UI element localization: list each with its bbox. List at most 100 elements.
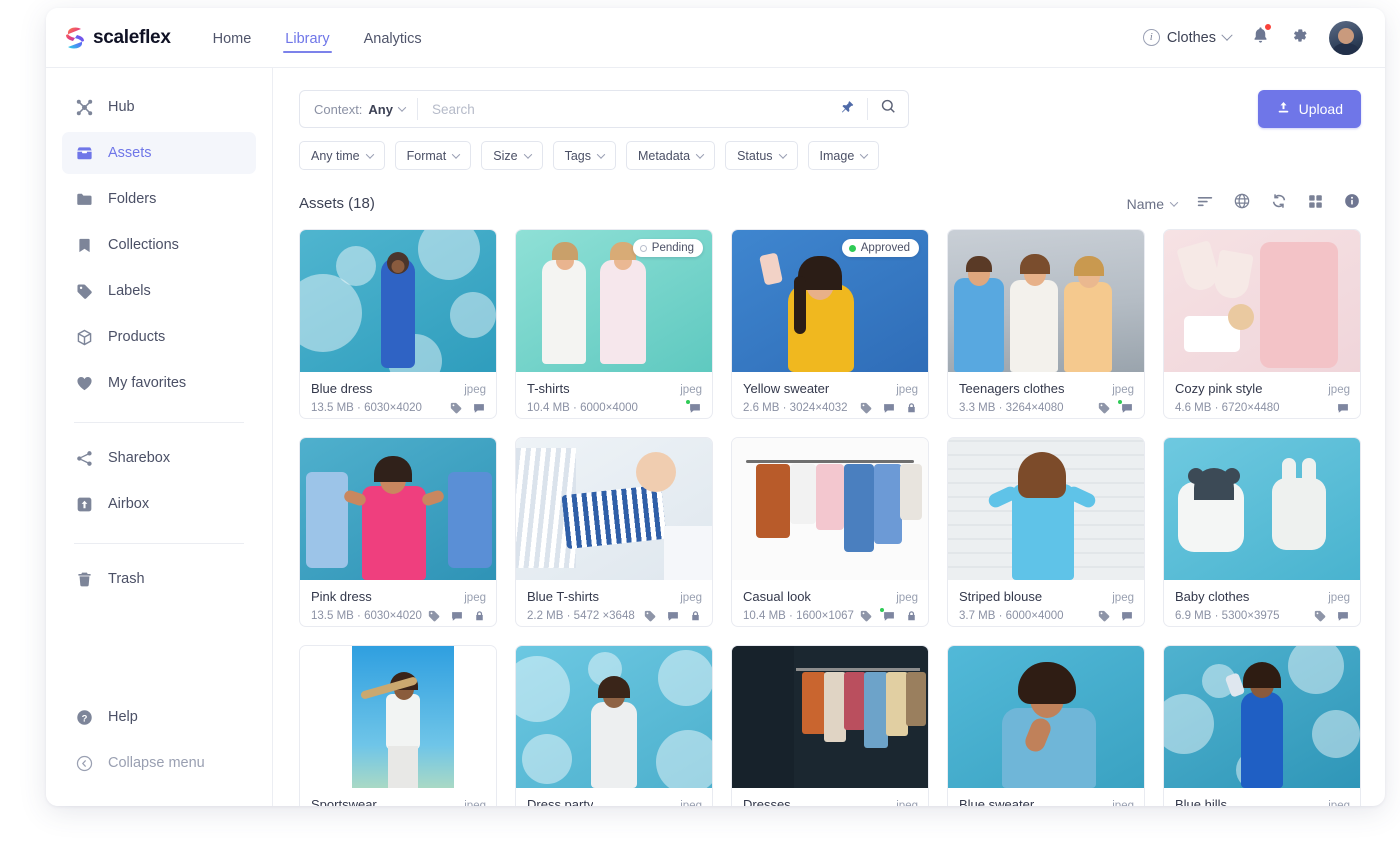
lock-icon[interactable] bbox=[689, 609, 702, 623]
tag-icon[interactable] bbox=[643, 609, 657, 623]
asset-card[interactable]: Baby clothes jpeg 6.9 MB · 5300×3975 bbox=[1163, 437, 1361, 627]
sidebar-item-assets[interactable]: Assets bbox=[62, 132, 256, 174]
asset-sep: · bbox=[563, 610, 574, 622]
filter-size[interactable]: Size bbox=[481, 141, 543, 170]
comment-icon[interactable] bbox=[1336, 401, 1350, 415]
search-submit-button[interactable] bbox=[868, 98, 908, 120]
comment-icon[interactable] bbox=[882, 401, 896, 415]
upload-button[interactable]: Upload bbox=[1257, 90, 1361, 128]
filter-status[interactable]: Status bbox=[725, 141, 798, 170]
search-input[interactable] bbox=[417, 91, 827, 127]
tag-icon[interactable] bbox=[1097, 609, 1111, 623]
sidebar-item-products[interactable]: Products bbox=[62, 316, 256, 358]
comment-icon[interactable] bbox=[666, 609, 680, 623]
sidebar-item-labels[interactable]: Labels bbox=[62, 270, 256, 312]
comment-icon[interactable] bbox=[1336, 609, 1350, 623]
refresh-button[interactable] bbox=[1270, 192, 1288, 215]
context-any-selector[interactable]: Context: Any bbox=[300, 91, 417, 127]
filter-image[interactable]: Image bbox=[807, 141, 880, 170]
tag-icon[interactable] bbox=[1097, 401, 1111, 415]
asset-card[interactable]: Dresses jpeg 3 MB · 5531×3692 bbox=[731, 645, 929, 806]
asset-card[interactable]: Pending T-shirts jpeg 10.4 MB · 6000×400… bbox=[515, 229, 713, 419]
asset-card[interactable]: Blue dress jpeg 13.5 MB · 6030×4020 bbox=[299, 229, 497, 419]
asset-card[interactable]: Pink dress jpeg 13.5 MB · 6030×4020 bbox=[299, 437, 497, 627]
asset-title: Teenagers clothes bbox=[959, 381, 1065, 396]
context-selector[interactable]: i Clothes bbox=[1142, 29, 1233, 46]
sidebar-item-collections[interactable]: Collections bbox=[62, 224, 256, 266]
tag-icon[interactable] bbox=[427, 609, 441, 623]
filter-metadata[interactable]: Metadata bbox=[625, 141, 716, 170]
sidebar-item-collapse-menu[interactable]: Collapse menu bbox=[62, 742, 256, 784]
asset-card[interactable]: Striped blouse jpeg 3.7 MB · 6000×4000 bbox=[947, 437, 1145, 627]
sidebar-label: Collections bbox=[108, 237, 179, 253]
unread-dot bbox=[879, 607, 885, 613]
sort-direction-button[interactable] bbox=[1196, 194, 1214, 214]
asset-card[interactable]: Sportswear jpeg 3.3 MB · 5184×3456 bbox=[299, 645, 497, 806]
globe-button[interactable] bbox=[1233, 192, 1251, 215]
pin-search-button[interactable] bbox=[827, 99, 867, 120]
avatar[interactable] bbox=[1329, 20, 1363, 55]
filter-tags[interactable]: Tags bbox=[552, 141, 616, 170]
comment-icon[interactable] bbox=[879, 607, 896, 623]
tag-icon[interactable] bbox=[1313, 609, 1327, 623]
status-badge: Pending bbox=[632, 239, 703, 257]
sidebar-bottom-group: ? Help Collapse menu bbox=[46, 696, 272, 806]
sidebar-item-airbox[interactable]: Airbox bbox=[62, 483, 256, 525]
folder-icon bbox=[74, 189, 94, 209]
asset-indicator-icons bbox=[449, 401, 486, 415]
chevron-down-icon bbox=[695, 149, 705, 159]
chevron-down-icon bbox=[1221, 29, 1233, 41]
asset-indicator-icons bbox=[1097, 399, 1134, 415]
sidebar: Hub Assets Folders Collections Labels Pr… bbox=[46, 68, 273, 806]
asset-card[interactable]: Blue T-shirts jpeg 2.2 MB · 5472 ×3648 bbox=[515, 437, 713, 627]
nav-library[interactable]: Library bbox=[283, 11, 332, 65]
lock-icon[interactable] bbox=[473, 609, 486, 623]
notifications-button[interactable] bbox=[1251, 23, 1272, 50]
asset-card[interactable]: Cozy pink style jpeg 4.6 MB · 6720×4480 bbox=[1163, 229, 1361, 419]
asset-meta: Dress party jpeg 3 MB · 5531×3692 bbox=[516, 788, 712, 806]
asset-thumbnail bbox=[300, 438, 496, 580]
asset-indicator-icons bbox=[1097, 609, 1134, 623]
sidebar-item-sharebox[interactable]: Sharebox bbox=[62, 437, 256, 479]
sidebar-item-hub[interactable]: Hub bbox=[62, 86, 256, 128]
asset-extension: jpeg bbox=[1112, 384, 1134, 396]
tag-icon[interactable] bbox=[449, 401, 463, 415]
tag-icon[interactable] bbox=[859, 401, 873, 415]
comment-icon[interactable] bbox=[472, 401, 486, 415]
asset-title: Sportswear bbox=[311, 797, 377, 806]
comment-icon[interactable] bbox=[685, 399, 702, 415]
asset-card[interactable]: Dress party jpeg 3 MB · 5531×3692 bbox=[515, 645, 713, 806]
info-panel-button[interactable] bbox=[1343, 192, 1361, 215]
nav-home[interactable]: Home bbox=[211, 11, 254, 65]
asset-extension: jpeg bbox=[896, 592, 918, 604]
asset-card[interactable]: Approved Yellow sweater jpeg 2.6 MB · 30… bbox=[731, 229, 929, 419]
lock-icon[interactable] bbox=[905, 401, 918, 415]
filter-format[interactable]: Format bbox=[394, 141, 472, 170]
asset-card[interactable]: Blue sweater jpeg 3 MB · 5531×3692 bbox=[947, 645, 1145, 806]
settings-button[interactable] bbox=[1290, 26, 1309, 50]
sidebar-item-folders[interactable]: Folders bbox=[62, 178, 256, 220]
comment-icon[interactable] bbox=[450, 609, 464, 623]
sidebar-label: Labels bbox=[108, 283, 151, 299]
sidebar-item-help[interactable]: ? Help bbox=[62, 696, 256, 738]
main-content: Context: Any Search Upload Any time Form… bbox=[273, 68, 1385, 806]
filter-label: Format bbox=[406, 148, 447, 163]
asset-dimensions: 6000×4000 bbox=[580, 402, 638, 414]
filter-any-time[interactable]: Any time bbox=[299, 141, 385, 170]
comment-icon[interactable] bbox=[1120, 609, 1134, 623]
brand-logo[interactable]: scaleflex bbox=[64, 26, 171, 50]
bookmark-icon bbox=[74, 235, 94, 255]
asset-title: T-shirts bbox=[527, 381, 570, 396]
asset-thumbnail bbox=[948, 646, 1144, 788]
asset-card[interactable]: Teenagers clothes jpeg 3.3 MB · 3264×408… bbox=[947, 229, 1145, 419]
sidebar-item-my-favorites[interactable]: My favorites bbox=[62, 362, 256, 404]
sort-field-selector[interactable]: Name bbox=[1127, 196, 1179, 212]
comment-icon[interactable] bbox=[1117, 399, 1134, 415]
asset-card[interactable]: Blue hills jpeg 3 MB · 5531×3692 bbox=[1163, 645, 1361, 806]
sidebar-item-trash[interactable]: Trash bbox=[62, 558, 256, 600]
lock-icon[interactable] bbox=[905, 609, 918, 623]
tag-icon[interactable] bbox=[859, 609, 873, 623]
nav-analytics[interactable]: Analytics bbox=[362, 11, 424, 65]
grid-view-button[interactable] bbox=[1307, 193, 1324, 215]
asset-card[interactable]: Casual look jpeg 10.4 MB · 1600×1067 bbox=[731, 437, 929, 627]
